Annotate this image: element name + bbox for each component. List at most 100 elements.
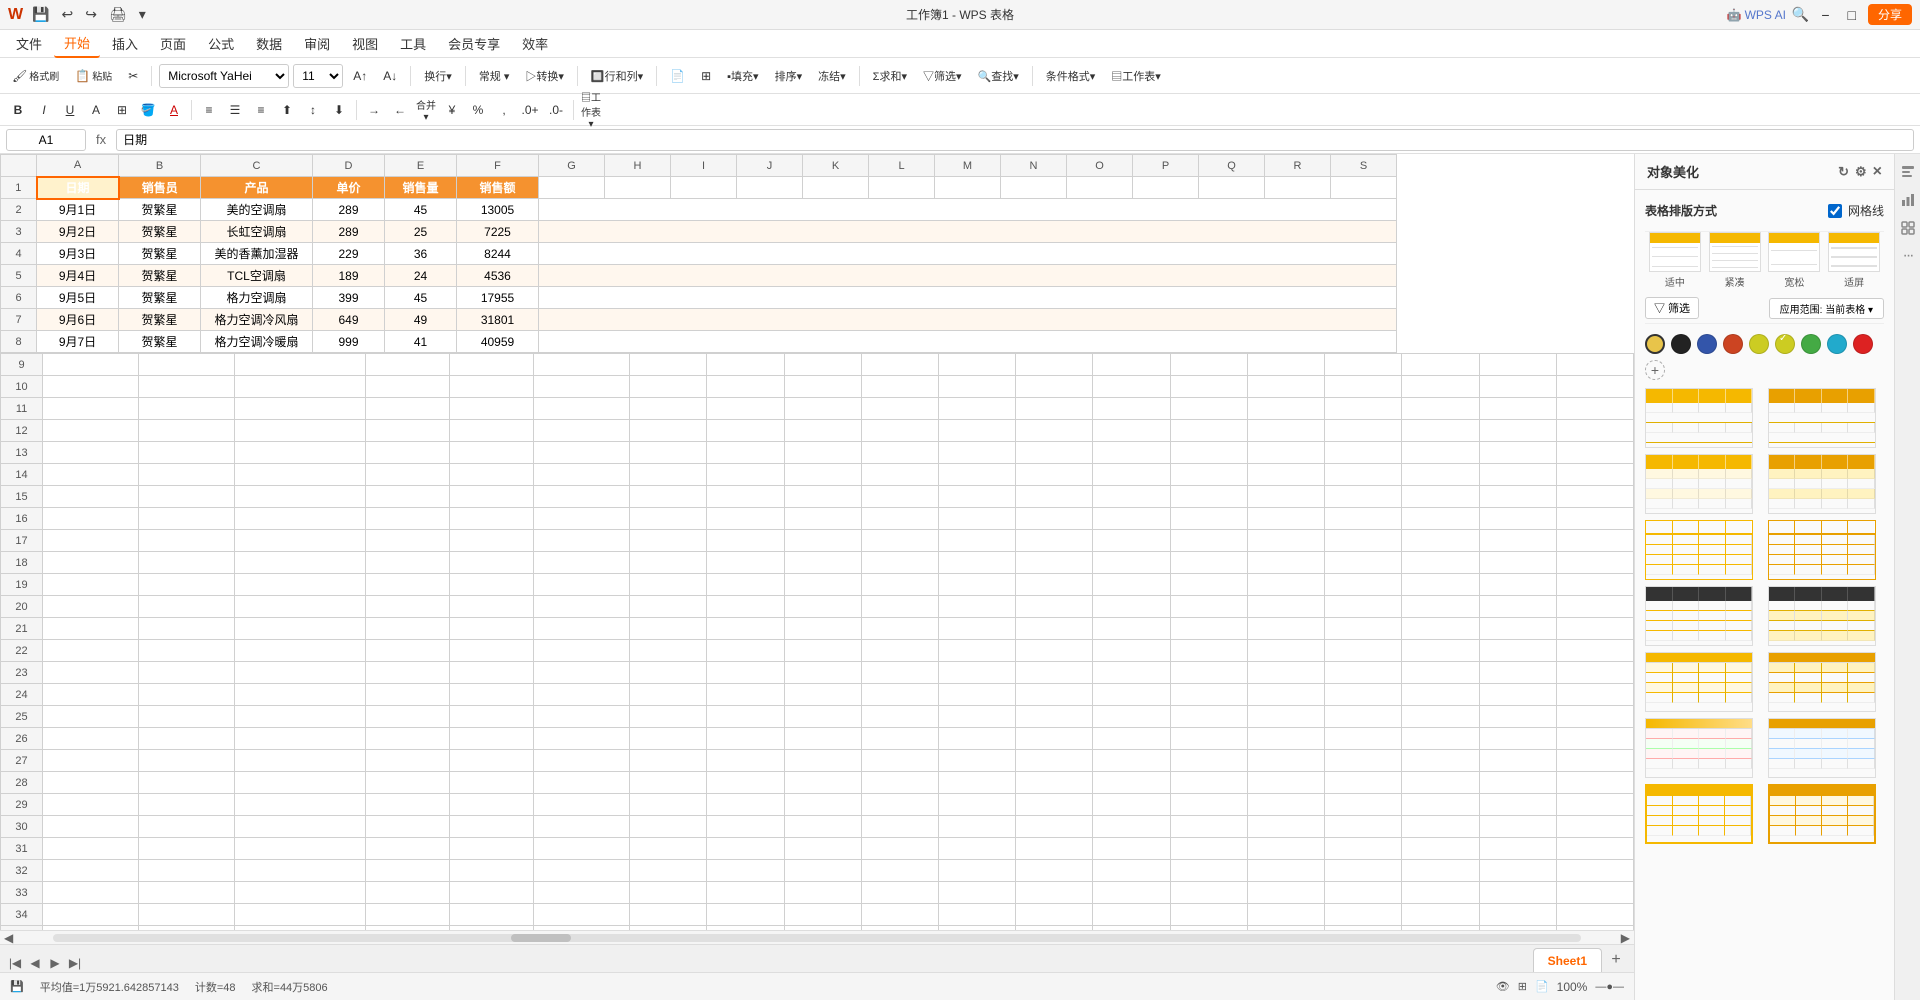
cell-34-6[interactable] — [630, 904, 707, 926]
cell-27-7[interactable] — [707, 750, 784, 772]
cell-25-1[interactable] — [139, 706, 235, 728]
cell-23-9[interactable] — [861, 662, 938, 684]
formula-input[interactable]: 日期 — [116, 129, 1914, 151]
color-orange-red[interactable] — [1723, 334, 1743, 354]
cell-10-17[interactable] — [1479, 376, 1556, 398]
color-yellow2[interactable] — [1749, 334, 1769, 354]
cell-23-18[interactable] — [1556, 662, 1633, 684]
row-num-14[interactable]: 14 — [1, 464, 43, 486]
cell-17-2[interactable] — [234, 530, 365, 552]
cell-34-9[interactable] — [861, 904, 938, 926]
cell-21-15[interactable] — [1325, 618, 1402, 640]
cell-34-15[interactable] — [1325, 904, 1402, 926]
cell-31-2[interactable] — [234, 838, 365, 860]
cell-20-9[interactable] — [861, 596, 938, 618]
cell-14-6[interactable] — [630, 464, 707, 486]
cell-27-0[interactable] — [43, 750, 139, 772]
cell-18-11[interactable] — [1016, 552, 1093, 574]
cell-29-3[interactable] — [365, 794, 449, 816]
sheet-nav-first[interactable]: |◀ — [6, 954, 24, 972]
cell-14-14[interactable] — [1247, 464, 1324, 486]
cell-21-14[interactable] — [1247, 618, 1324, 640]
cell-11-4[interactable] — [450, 398, 534, 420]
cell-9-17[interactable] — [1479, 354, 1556, 376]
cell-11-5[interactable] — [534, 398, 630, 420]
cell-13-16[interactable] — [1402, 442, 1479, 464]
cell-21-12[interactable] — [1093, 618, 1170, 640]
cell-10-18[interactable] — [1556, 376, 1633, 398]
cell-D7[interactable]: 649 — [313, 309, 385, 331]
color-yellow[interactable] — [1645, 334, 1665, 354]
cell-E2[interactable]: 45 — [385, 199, 457, 221]
cell-16-10[interactable] — [939, 508, 1016, 530]
cell-13-2[interactable] — [234, 442, 365, 464]
cell-31-8[interactable] — [784, 838, 861, 860]
cell-19-13[interactable] — [1170, 574, 1247, 596]
row-num-23[interactable]: 23 — [1, 662, 43, 684]
cell-33-1[interactable] — [139, 882, 235, 904]
cell-29-16[interactable] — [1402, 794, 1479, 816]
row-col-btn[interactable]: 🔲行和列▾ — [585, 65, 649, 87]
cell-30-6[interactable] — [630, 816, 707, 838]
cell-18-14[interactable] — [1247, 552, 1324, 574]
cell-C8[interactable]: 格力空调冷暖扇 — [201, 331, 313, 353]
sheet-nav-next[interactable]: ▶ — [46, 954, 64, 972]
cell-10-0[interactable] — [43, 376, 139, 398]
col-header-R[interactable]: R — [1265, 155, 1331, 177]
col-header-G[interactable]: G — [539, 155, 605, 177]
color-blue[interactable] — [1697, 334, 1717, 354]
cell-33-16[interactable] — [1402, 882, 1479, 904]
cell-21-5[interactable] — [534, 618, 630, 640]
cell-F4[interactable]: 8244 — [457, 243, 539, 265]
cell-13-10[interactable] — [939, 442, 1016, 464]
menu-tools[interactable]: 工具 — [390, 30, 436, 57]
cell-E6[interactable]: 45 — [385, 287, 457, 309]
cell-19-14[interactable] — [1247, 574, 1324, 596]
cell-12-14[interactable] — [1247, 420, 1324, 442]
cell-19-7[interactable] — [707, 574, 784, 596]
cell-29-1[interactable] — [139, 794, 235, 816]
cell-15-16[interactable] — [1402, 486, 1479, 508]
cell-F6[interactable]: 17955 — [457, 287, 539, 309]
cell-32-6[interactable] — [630, 860, 707, 882]
cell-12-16[interactable] — [1402, 420, 1479, 442]
scroll-track[interactable] — [53, 934, 1581, 942]
cell-12-13[interactable] — [1170, 420, 1247, 442]
cell-22-16[interactable] — [1402, 640, 1479, 662]
cell-11-9[interactable] — [861, 398, 938, 420]
comma-btn[interactable]: , — [492, 98, 516, 122]
cell-28-2[interactable] — [234, 772, 365, 794]
cell-33-3[interactable] — [365, 882, 449, 904]
cell-23-7[interactable] — [707, 662, 784, 684]
cell-27-6[interactable] — [630, 750, 707, 772]
cell-18-3[interactable] — [365, 552, 449, 574]
cell-16-3[interactable] — [365, 508, 449, 530]
cell-9-12[interactable] — [1093, 354, 1170, 376]
cell-34-16[interactable] — [1402, 904, 1479, 926]
cell-13-13[interactable] — [1170, 442, 1247, 464]
cell-23-6[interactable] — [630, 662, 707, 684]
cell-33-11[interactable] — [1016, 882, 1093, 904]
cell-15-4[interactable] — [450, 486, 534, 508]
cell-27-1[interactable] — [139, 750, 235, 772]
cell-26-11[interactable] — [1016, 728, 1093, 750]
cell-11-18[interactable] — [1556, 398, 1633, 420]
cell-12-1[interactable] — [139, 420, 235, 442]
cell-22-9[interactable] — [861, 640, 938, 662]
cell-30-12[interactable] — [1093, 816, 1170, 838]
cell-28-15[interactable] — [1325, 772, 1402, 794]
cell-9-1[interactable] — [139, 354, 235, 376]
cell-17-5[interactable] — [534, 530, 630, 552]
cell-9-13[interactable] — [1170, 354, 1247, 376]
col-header-B[interactable]: B — [119, 155, 201, 177]
cell-14-4[interactable] — [450, 464, 534, 486]
cell-H1[interactable] — [605, 177, 671, 199]
cell-20-13[interactable] — [1170, 596, 1247, 618]
cell-33-15[interactable] — [1325, 882, 1402, 904]
fill-btn[interactable]: ▪填充▾ — [721, 65, 764, 87]
window-min-btn[interactable]: − — [1815, 7, 1835, 23]
cell-18-17[interactable] — [1479, 552, 1556, 574]
cell-21-8[interactable] — [784, 618, 861, 640]
cell-N1[interactable] — [1001, 177, 1067, 199]
cell-9-14[interactable] — [1247, 354, 1324, 376]
